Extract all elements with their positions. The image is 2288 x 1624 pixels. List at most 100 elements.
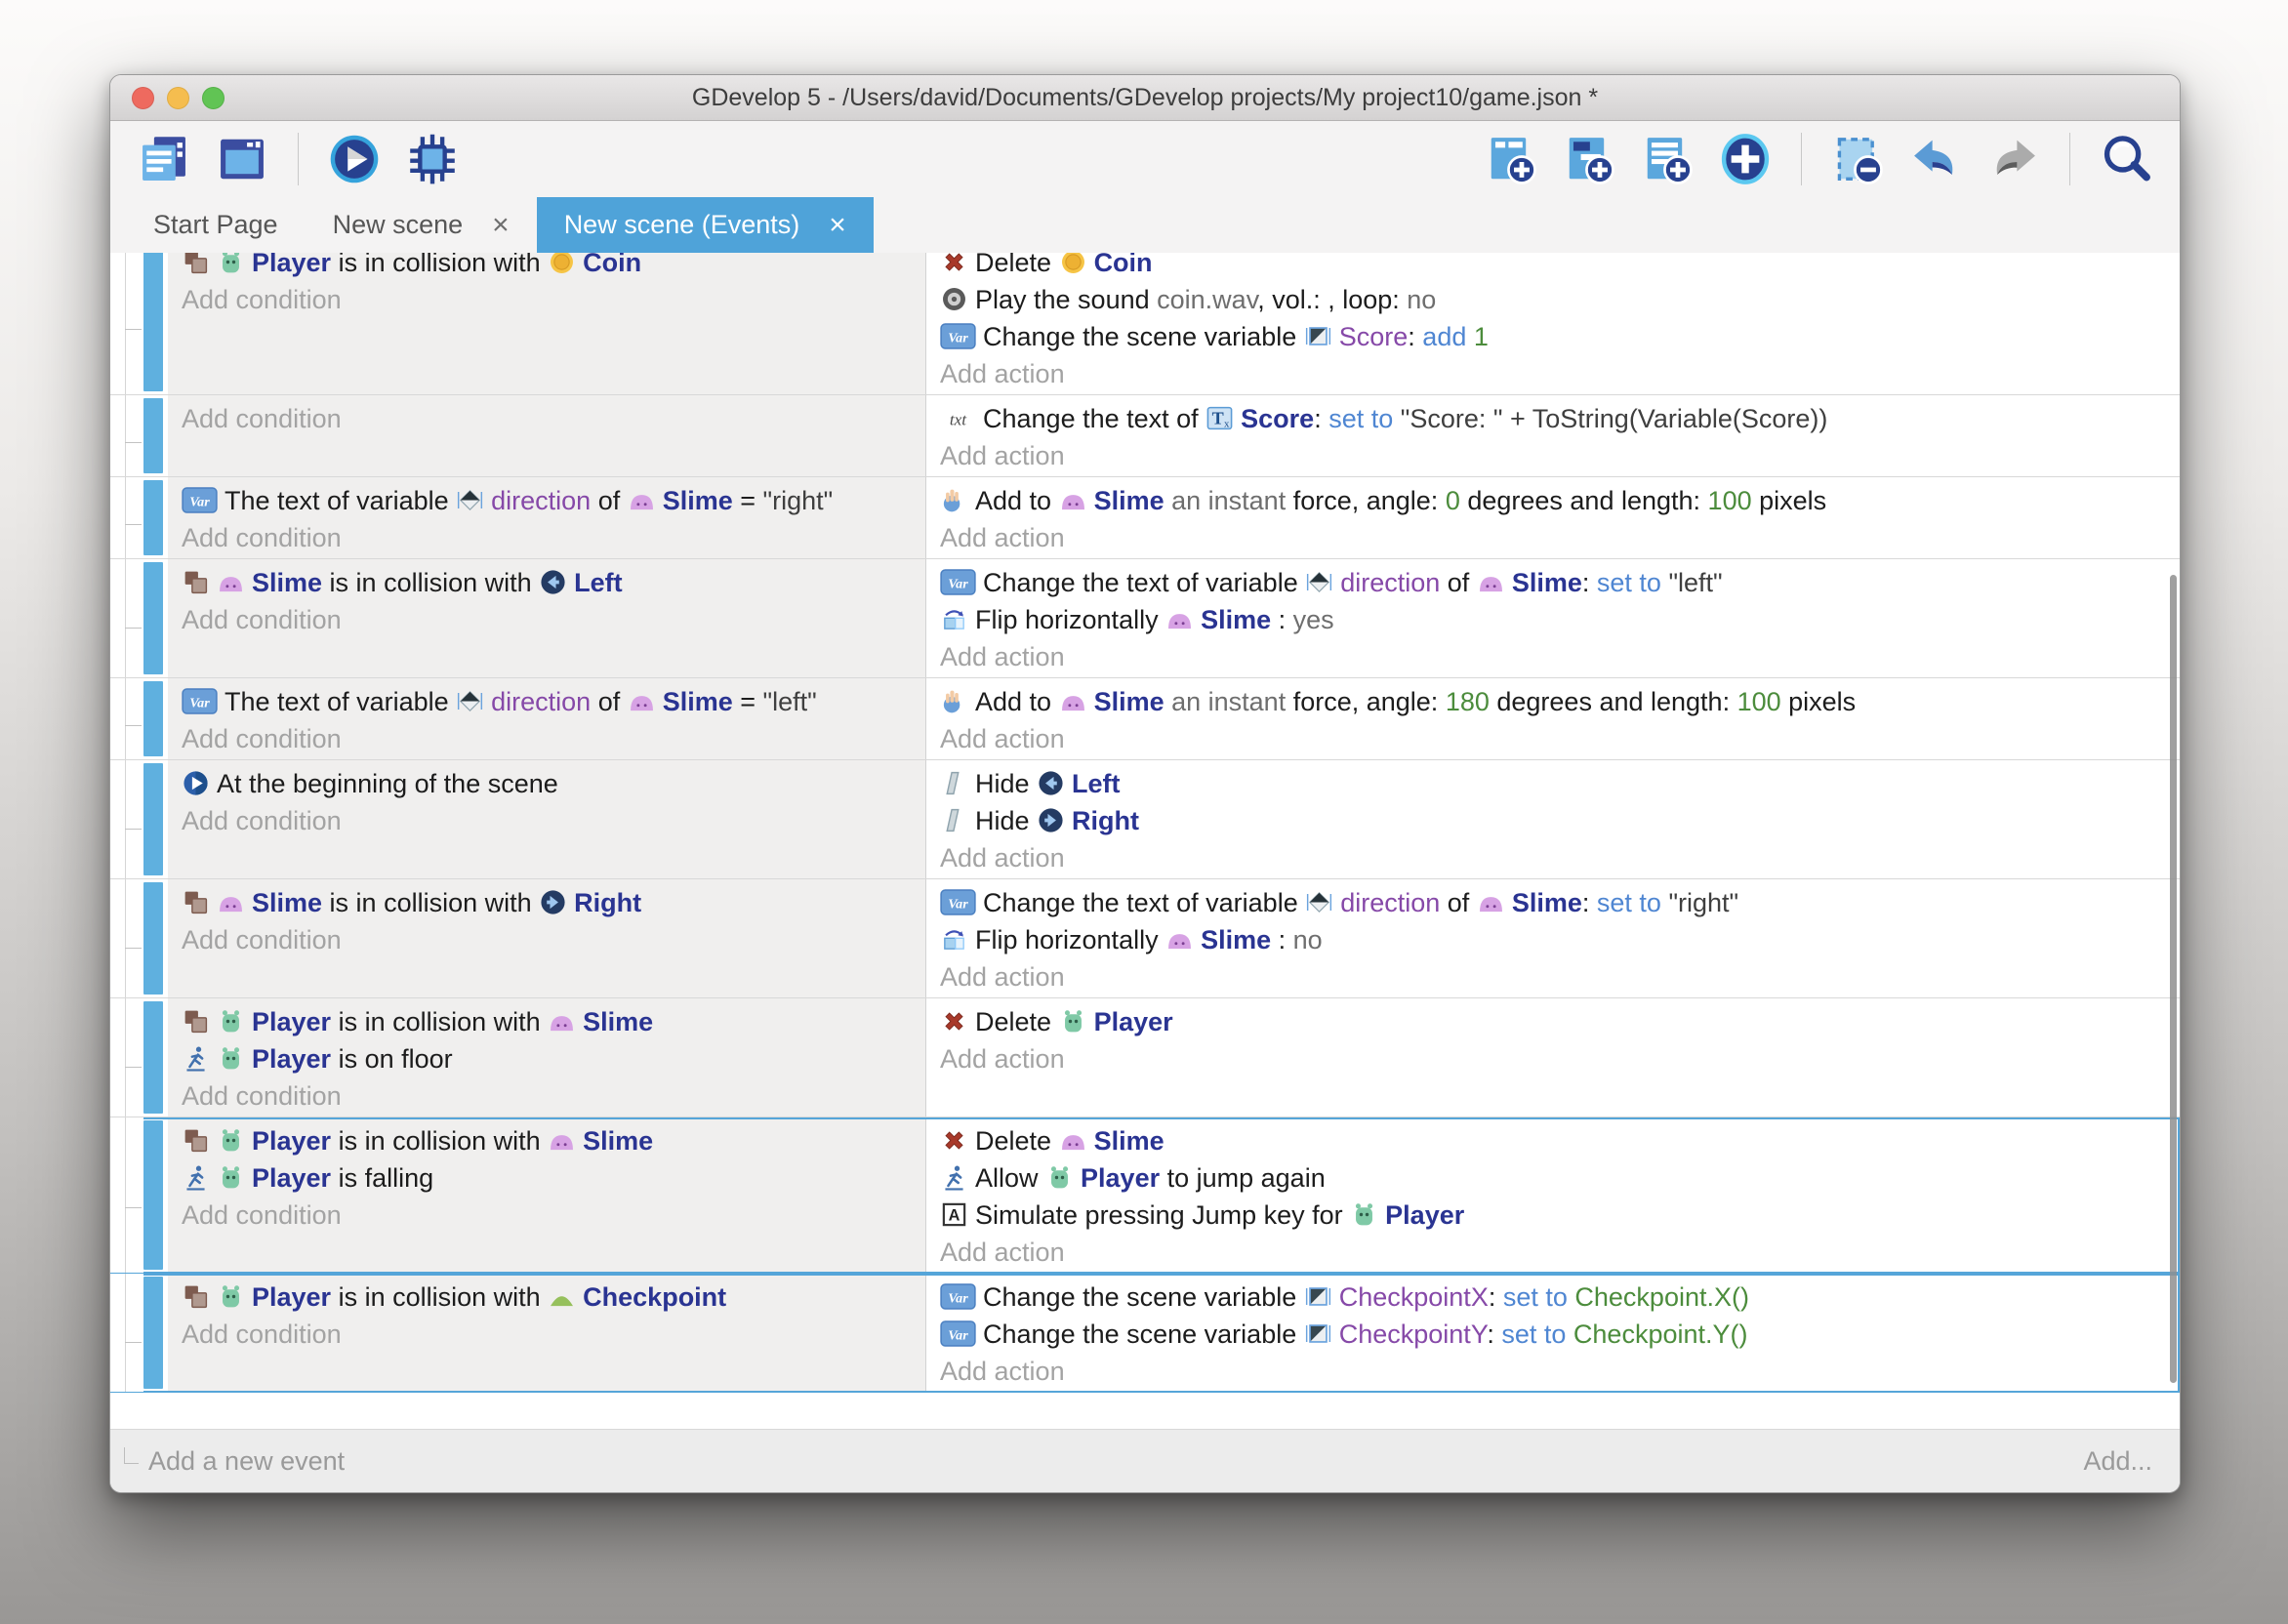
event-select-bar[interactable] [143, 398, 163, 473]
action-text: Slime [1094, 486, 1164, 515]
action-text: Player [1385, 1200, 1464, 1230]
redo-button[interactable] [1985, 131, 2042, 187]
condition-line[interactable]: At the beginning of the scene [182, 765, 912, 802]
add-action-button[interactable]: Add action [940, 1040, 2166, 1077]
add-condition-button[interactable]: Add condition [182, 921, 912, 958]
debug-button[interactable] [404, 131, 461, 187]
action-line[interactable]: Add to Slime an instant force, angle: 18… [940, 683, 2166, 720]
add-condition-button[interactable]: Add condition [182, 1077, 912, 1115]
condition-line[interactable]: Player is in collision with Slime [182, 1003, 912, 1040]
add-condition-button[interactable]: Add condition [182, 281, 912, 318]
add-more-button[interactable]: Add... [2083, 1446, 2152, 1477]
tab-new-scene-events-[interactable]: New scene (Events)× [537, 197, 874, 253]
action-line[interactable]: VarChange the scene variable CheckpointX… [940, 1279, 2166, 1316]
action-line[interactable]: Delete Slime [940, 1122, 2166, 1159]
add-condition-button[interactable]: Add condition [182, 1197, 912, 1234]
tab-label: New scene [333, 210, 464, 240]
close-button[interactable] [132, 87, 154, 109]
add-condition-button[interactable]: Add condition [182, 802, 912, 839]
action-line[interactable]: Add to Slime an instant force, angle: 0 … [940, 482, 2166, 519]
event-select-bar[interactable] [143, 562, 163, 674]
add-condition-button[interactable]: Add condition [182, 1316, 912, 1353]
action-line[interactable]: Delete Player [940, 1003, 2166, 1040]
action-line[interactable]: Play the sound coin.wav, vol.: , loop: n… [940, 281, 2166, 318]
action-line[interactable]: Delete Coin [940, 253, 2166, 281]
add-action-button[interactable]: Add action [940, 437, 2166, 474]
condition-line[interactable]: Player is in collision with Slime [182, 1122, 912, 1159]
slime-icon [1059, 1126, 1087, 1155]
vertical-scrollbar[interactable] [2170, 575, 2177, 1383]
condition-line[interactable]: VarThe text of variable direction of Sli… [182, 683, 912, 720]
tab-new-scene[interactable]: New scene × [306, 197, 537, 253]
add-new-button[interactable] [1717, 131, 1774, 187]
undo-button[interactable] [1907, 131, 1964, 187]
event-select-bar[interactable] [143, 1277, 163, 1389]
add-condition-button[interactable]: Add condition [182, 601, 912, 638]
add-condition-button[interactable]: Add condition [182, 519, 912, 556]
tab-start-page[interactable]: Start Page [126, 197, 306, 253]
add-condition-button[interactable]: Add condition [182, 720, 912, 757]
action-line[interactable]: VarChange the scene variable CheckpointY… [940, 1316, 2166, 1353]
window-title: GDevelop 5 - /Users/david/Documents/GDev… [692, 84, 1598, 112]
event-row[interactable]: Slime is in collision with RightAdd cond… [110, 879, 2180, 998]
action-line[interactable]: VarChange the text of variable direction… [940, 884, 2166, 921]
minimize-button[interactable] [167, 87, 189, 109]
event-row[interactable]: Player is in collision with SlimePlayer … [110, 998, 2180, 1117]
zoom-button[interactable] [202, 87, 225, 109]
add-subevent-button[interactable] [1561, 131, 1617, 187]
event-select-bar[interactable] [143, 253, 163, 391]
action-line[interactable]: Allow Player to jump again [940, 1159, 2166, 1197]
action-text: Change the text of [983, 404, 1205, 433]
scene-editor-button[interactable] [214, 131, 270, 187]
condition-line[interactable]: Slime is in collision with Right [182, 884, 912, 921]
tab-close-icon[interactable]: × [492, 211, 510, 240]
event-select-bar[interactable] [143, 1120, 163, 1270]
begin-icon [182, 769, 210, 797]
add-action-button[interactable]: Add action [940, 720, 2166, 757]
add-event-button[interactable] [1483, 131, 1539, 187]
add-comment-button[interactable] [1639, 131, 1696, 187]
add-condition-button[interactable]: Add condition [182, 400, 912, 437]
event-row[interactable]: Player is in collision with CoinAdd cond… [110, 253, 2180, 395]
action-line[interactable]: txtChange the text of TxScore: set to "S… [940, 400, 2166, 437]
action-line[interactable]: VarChange the text of variable direction… [940, 564, 2166, 601]
event-row[interactable]: Player is in collision with CheckpointAd… [110, 1274, 2180, 1393]
event-select-bar[interactable] [143, 1001, 163, 1114]
add-action-button[interactable]: Add action [940, 355, 2166, 392]
tab-close-icon[interactable]: × [829, 211, 846, 240]
event-row[interactable]: VarThe text of variable direction of Sli… [110, 678, 2180, 760]
event-row[interactable]: VarThe text of variable direction of Sli… [110, 477, 2180, 559]
condition-line[interactable]: Player is on floor [182, 1040, 912, 1077]
condition-line[interactable]: VarThe text of variable direction of Sli… [182, 482, 912, 519]
project-manager-button[interactable] [136, 131, 192, 187]
event-row[interactable]: Add condition txtChange the text of TxSco… [110, 395, 2180, 477]
action-line[interactable]: Hide Right [940, 802, 2166, 839]
add-action-button[interactable]: Add action [940, 519, 2166, 556]
action-line[interactable]: Hide Left [940, 765, 2166, 802]
event-select-bar[interactable] [143, 681, 163, 756]
condition-line[interactable]: Player is in collision with Checkpoint [182, 1279, 912, 1316]
add-action-button[interactable]: Add action [940, 1353, 2166, 1390]
action-line[interactable]: ASimulate pressing Jump key for Player [940, 1197, 2166, 1234]
condition-line[interactable]: Slime is in collision with Left [182, 564, 912, 601]
event-select-bar[interactable] [143, 763, 163, 875]
action-text: set to [1597, 568, 1661, 597]
event-select-bar[interactable] [143, 882, 163, 995]
event-row[interactable]: Slime is in collision with LeftAdd condi… [110, 559, 2180, 678]
add-action-button[interactable]: Add action [940, 958, 2166, 995]
action-line[interactable]: Flip horizontally Slime : yes [940, 601, 2166, 638]
play-button[interactable] [326, 131, 383, 187]
add-action-button[interactable]: Add action [940, 839, 2166, 876]
action-line[interactable]: VarChange the scene variable Score: add … [940, 318, 2166, 355]
remove-instruction-button[interactable] [1829, 131, 1886, 187]
event-select-bar[interactable] [143, 480, 163, 555]
add-action-button[interactable]: Add action [940, 638, 2166, 675]
action-line[interactable]: Flip horizontally Slime : no [940, 921, 2166, 958]
add-action-button[interactable]: Add action [940, 1234, 2166, 1271]
search-button[interactable] [2098, 131, 2154, 187]
condition-line[interactable]: Player is falling [182, 1159, 912, 1197]
event-row[interactable]: Player is in collision with SlimePlayer … [110, 1117, 2180, 1274]
add-new-event-button[interactable]: Add a new event [148, 1446, 345, 1477]
event-row[interactable]: At the beginning of the sceneAdd conditi… [110, 760, 2180, 879]
condition-line[interactable]: Player is in collision with Coin [182, 253, 912, 281]
